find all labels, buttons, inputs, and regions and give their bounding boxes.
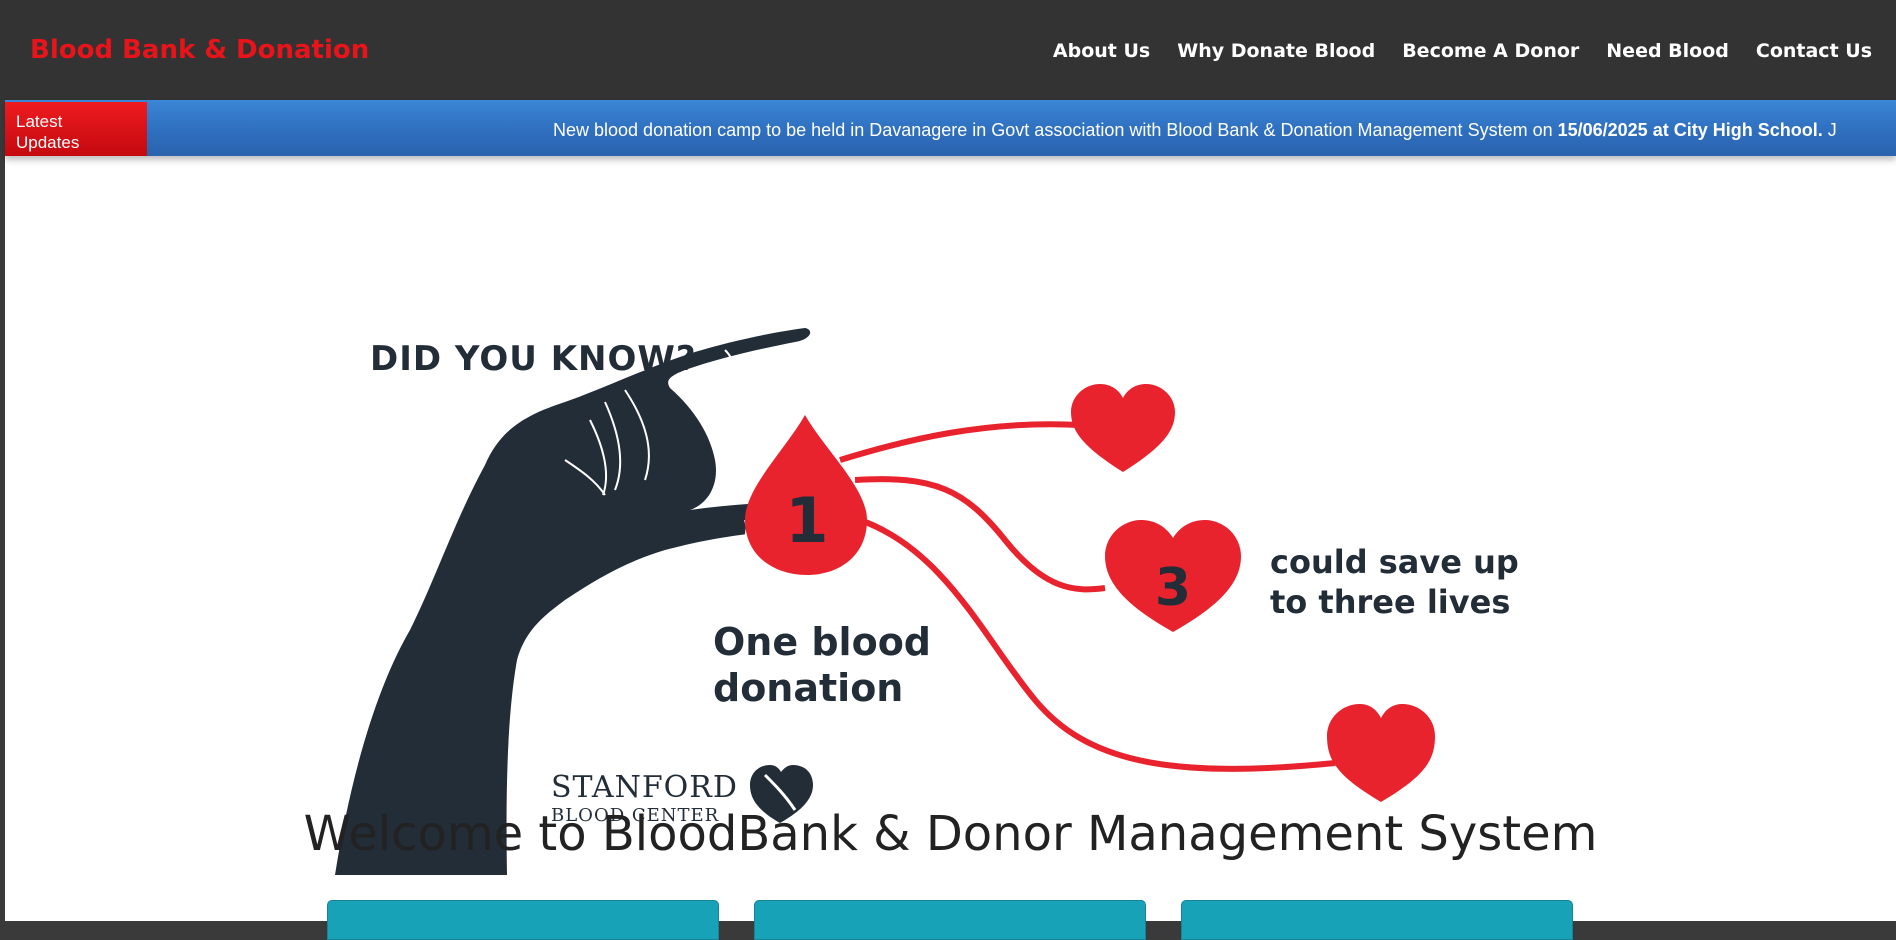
card-button-3[interactable] [1181, 900, 1573, 940]
heart-number: 3 [1155, 558, 1191, 618]
blood-drop-number: 1 [785, 484, 828, 557]
nav-link-become-a-donor[interactable]: Become A Donor [1402, 38, 1579, 64]
latest-updates-ticker: Latest Updates New blood donation camp t… [5, 100, 1896, 156]
nav-link-need-blood[interactable]: Need Blood [1606, 38, 1729, 64]
ticker-message-bold: 15/06/2025 at City High School. [1557, 120, 1823, 140]
stanford-logo-text: STANFORD [551, 770, 738, 805]
nav-links: About Us Why Donate Blood Become A Donor… [1026, 38, 1872, 64]
did-you-know-infographic: DID YOU KNOW? 1 3 One blood donation cou… [335, 328, 1519, 875]
nav-link-why-donate-blood[interactable]: Why Donate Blood [1177, 38, 1375, 64]
caption-to-three-lives: to three lives [1270, 583, 1510, 621]
caption-one-blood: One blood [713, 620, 931, 664]
caption-could-save-up: could save up [1270, 543, 1519, 581]
heart-icon-top [1071, 384, 1175, 472]
nav-link-contact-us[interactable]: Contact Us [1756, 38, 1872, 64]
heart-icon-bottom [1327, 704, 1435, 802]
ticker-message[interactable]: New blood donation camp to be held in Da… [553, 119, 1837, 141]
top-navbar: Blood Bank & Donation About Us Why Donat… [0, 0, 1896, 100]
ticker-message-text: New blood donation camp to be held in Da… [553, 120, 1558, 140]
card-button-2[interactable] [754, 900, 1146, 940]
nav-link-about-us[interactable]: About Us [1053, 38, 1150, 64]
brand-logo-link[interactable]: Blood Bank & Donation [30, 34, 369, 66]
latest-updates-label: Latest Updates [5, 102, 147, 156]
connector-lines [839, 421, 1336, 772]
latest-updates-label-line2: Updates [16, 133, 80, 152]
welcome-heading: Welcome to BloodBank & Donor Management … [303, 806, 1598, 862]
card-button-1[interactable] [327, 900, 719, 940]
ticker-message-tail: J [1822, 120, 1837, 140]
latest-updates-label-line1: Latest [16, 112, 63, 131]
page-content: Latest Updates New blood donation camp t… [5, 100, 1896, 940]
caption-donation: donation [713, 666, 903, 710]
